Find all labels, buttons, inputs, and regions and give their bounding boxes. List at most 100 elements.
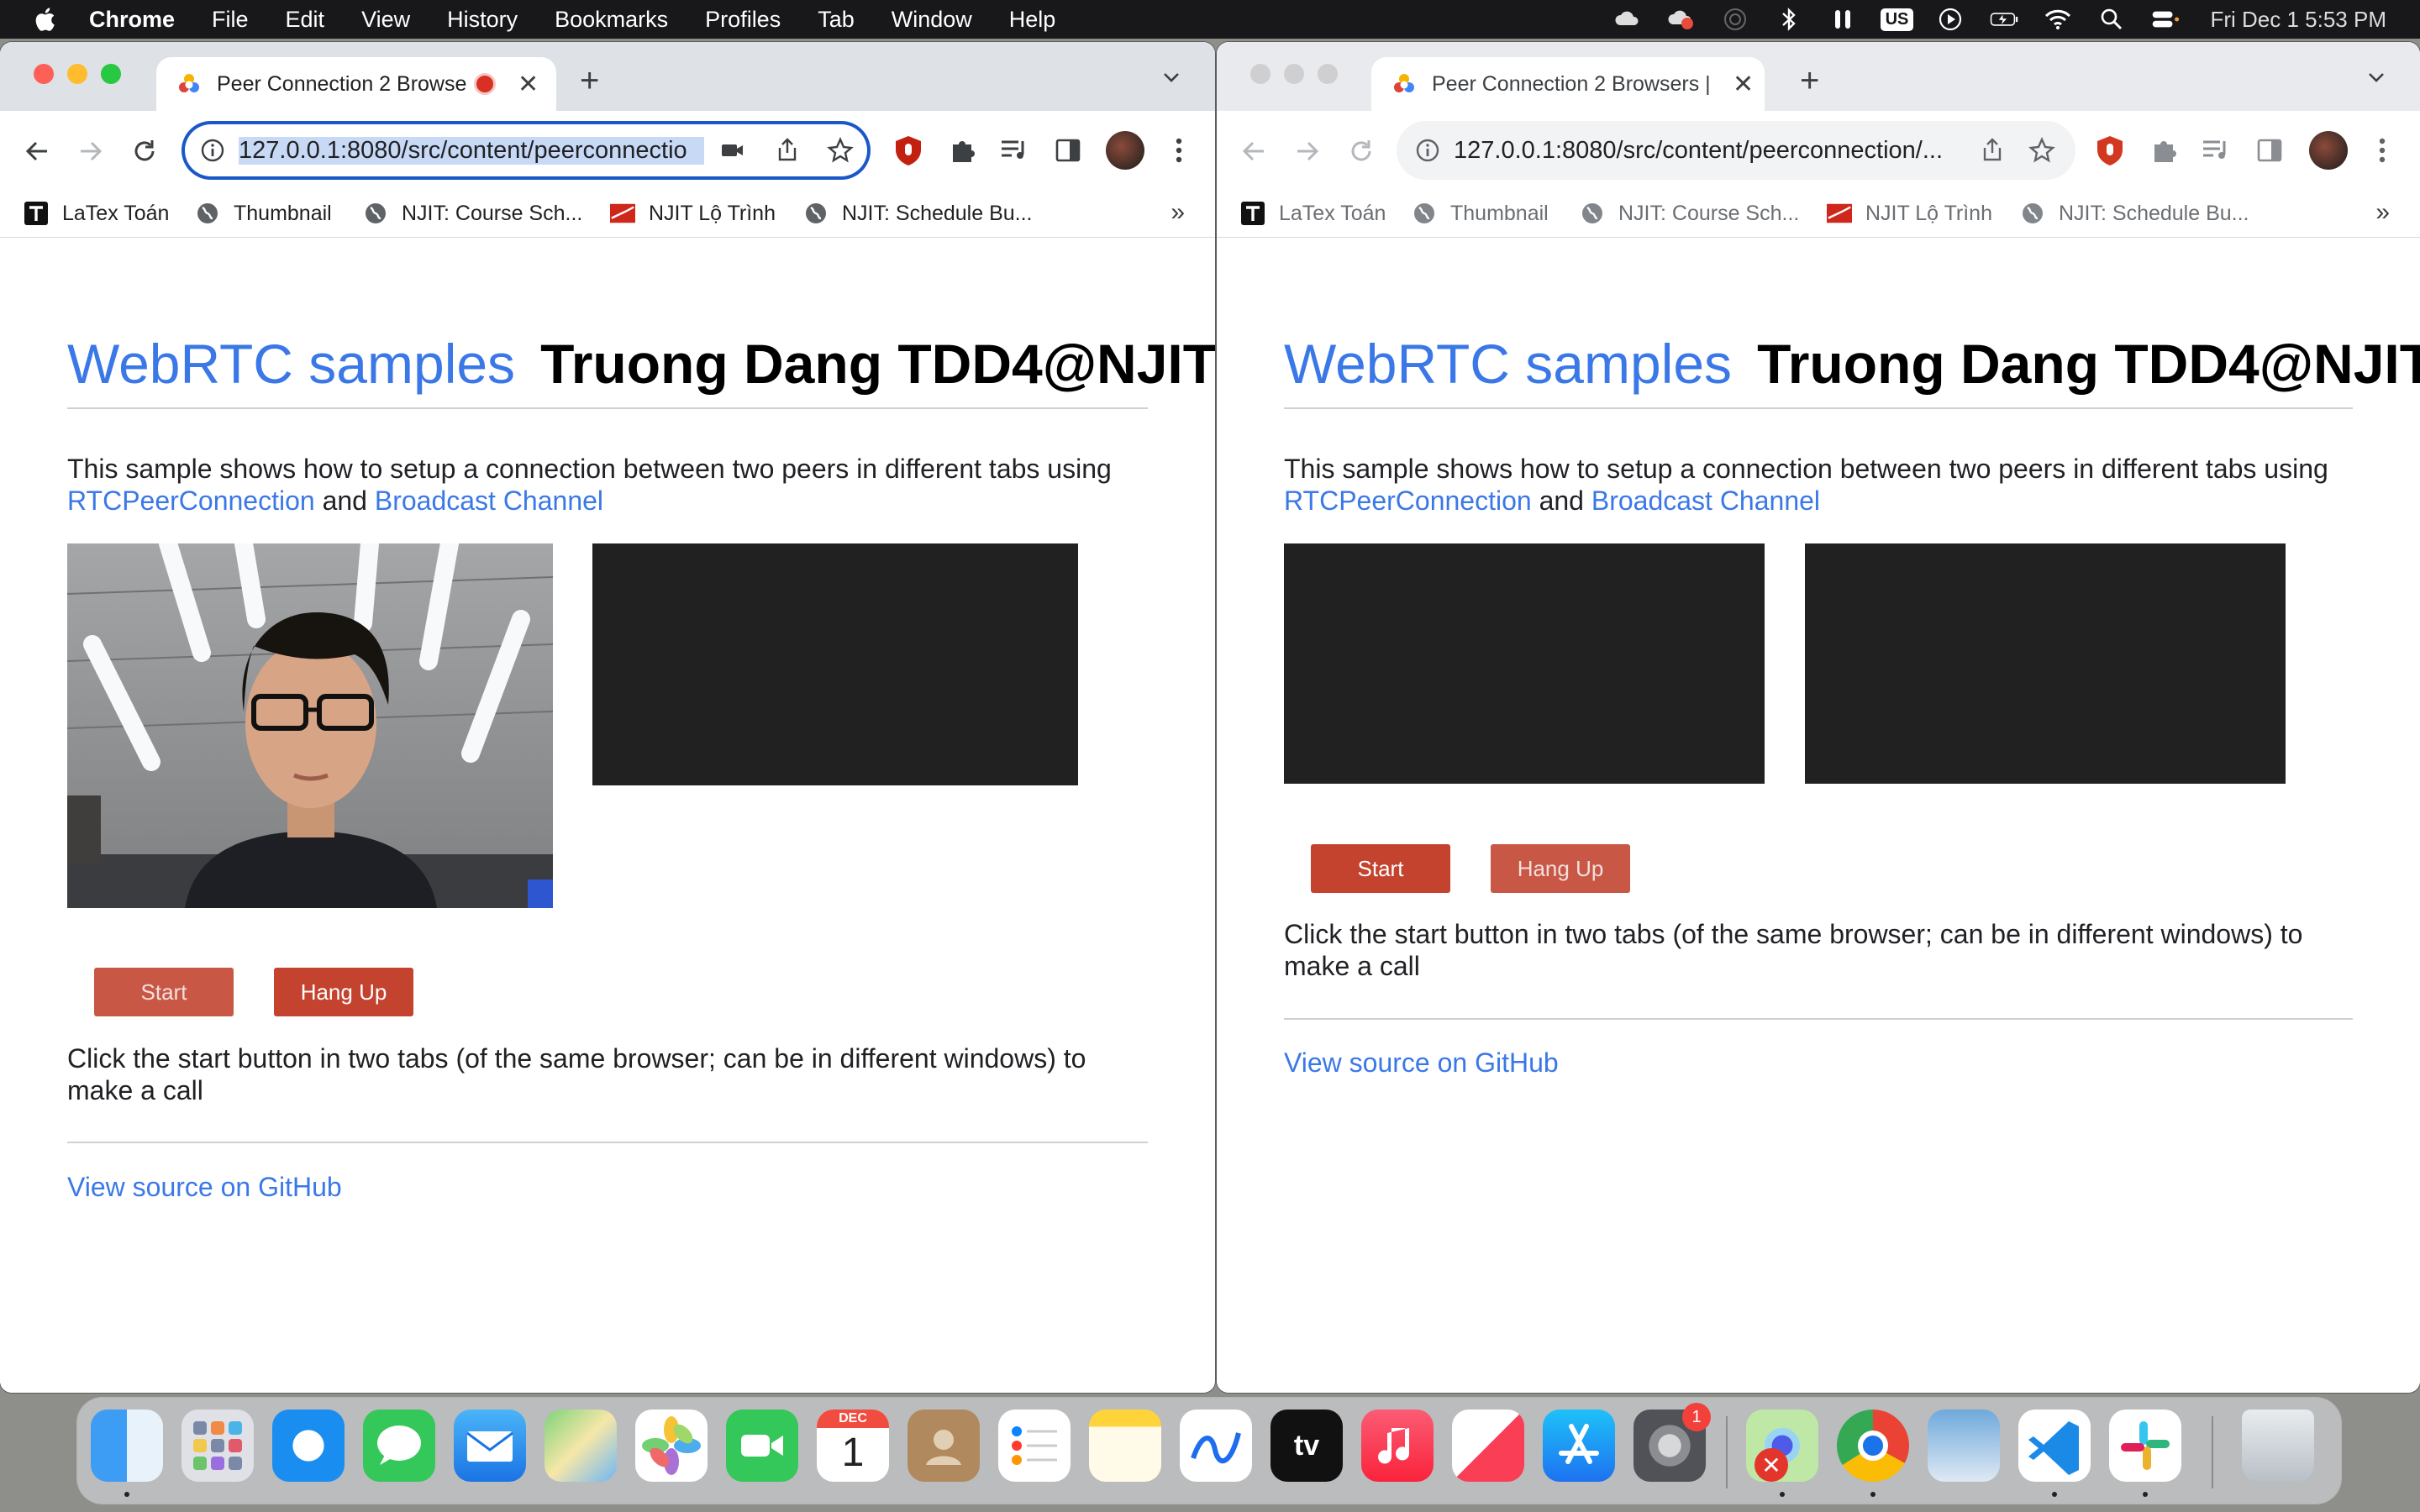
address-bar[interactable]: 127.0.0.1:8080/src/content/peerconnectio xyxy=(182,121,871,180)
share-icon[interactable] xyxy=(1980,136,2005,163)
control-center-icon[interactable] xyxy=(2151,7,2180,32)
finder-icon[interactable] xyxy=(91,1410,163,1482)
bookmark-njit-course[interactable]: NJIT: Course Sch... xyxy=(363,198,582,228)
bookmark-thumbnail[interactable]: Thumbnail xyxy=(195,198,332,228)
url-text[interactable]: 127.0.0.1:8080/src/content/peerconnectio… xyxy=(1454,137,1966,165)
menu-view[interactable]: View xyxy=(361,7,410,33)
back-arrow-icon[interactable] xyxy=(1239,136,1269,166)
menu-history[interactable]: History xyxy=(447,7,518,33)
bookmark-njit-course[interactable]: NJIT: Course Sch... xyxy=(1580,198,1799,228)
play-icon[interactable] xyxy=(1936,7,1965,32)
github-source-link[interactable]: View source on GitHub xyxy=(67,1172,342,1203)
tab-peer-connection[interactable]: Peer Connection 2 Browsers | ✕ xyxy=(1371,57,1765,111)
bookmark-njit-lo-trinh[interactable]: NJIT Lộ Trình xyxy=(1827,198,1992,228)
start-button[interactable]: Start xyxy=(1311,844,1450,893)
reminders-icon[interactable] xyxy=(998,1410,1071,1482)
bookmark-njit-schedule[interactable]: NJIT: Schedule Bu... xyxy=(803,198,1033,228)
wifi-icon[interactable] xyxy=(2044,7,2072,32)
tv-icon[interactable]: tv xyxy=(1270,1410,1343,1482)
rtcpeerconnection-link[interactable]: RTCPeerConnection xyxy=(1284,486,1532,516)
ublock-extension-icon[interactable] xyxy=(2094,134,2126,166)
side-panel-icon[interactable] xyxy=(1052,134,1084,166)
profile-avatar[interactable] xyxy=(2309,131,2348,170)
app-store-icon[interactable] xyxy=(1543,1410,1615,1482)
close-window-button[interactable] xyxy=(34,64,54,84)
address-bar[interactable]: 127.0.0.1:8080/src/content/peerconnectio… xyxy=(1397,121,2075,180)
forward-arrow-icon[interactable] xyxy=(76,136,106,166)
webrtc-samples-link[interactable]: WebRTC samples xyxy=(67,333,515,395)
bookmark-njit-lo-trinh[interactable]: NJIT Lộ Trình xyxy=(610,198,776,228)
github-source-link[interactable]: View source on GitHub xyxy=(1284,1047,1559,1079)
menu-profiles[interactable]: Profiles xyxy=(705,7,781,33)
broadcast-channel-link[interactable]: Broadcast Channel xyxy=(375,486,603,516)
rtcpeerconnection-link[interactable]: RTCPeerConnection xyxy=(67,486,315,516)
close-window-button[interactable] xyxy=(1250,64,1270,84)
ublock-extension-icon[interactable] xyxy=(892,134,924,166)
bookmark-star-icon[interactable] xyxy=(827,137,854,164)
launchpad-icon[interactable] xyxy=(182,1410,254,1482)
photos-icon[interactable] xyxy=(635,1410,708,1482)
menu-tab[interactable]: Tab xyxy=(818,7,855,33)
hang-up-button[interactable]: Hang Up xyxy=(1491,844,1630,893)
menu-bar-clock[interactable]: Fri Dec 1 5:53 PM xyxy=(2210,7,2386,33)
airdrop-icon[interactable] xyxy=(1721,7,1749,32)
side-panel-icon[interactable] xyxy=(2254,134,2286,166)
mail-icon[interactable] xyxy=(454,1410,526,1482)
start-button[interactable]: Start xyxy=(94,968,234,1016)
battery-icon[interactable] xyxy=(1990,7,2018,32)
zoom-window-button[interactable] xyxy=(101,64,121,84)
camera-in-use-icon[interactable] xyxy=(719,138,746,163)
preview-icon[interactable] xyxy=(1928,1410,2000,1482)
minimize-window-button[interactable] xyxy=(1284,64,1304,84)
tab-search-chevron-icon[interactable] xyxy=(1161,67,1181,87)
new-tab-icon[interactable]: + xyxy=(580,64,599,97)
tab-search-chevron-icon[interactable] xyxy=(2366,67,2386,87)
menu-help[interactable]: Help xyxy=(1009,7,1056,33)
input-source-badge[interactable]: US xyxy=(1880,7,1914,32)
news-icon[interactable] xyxy=(1452,1410,1524,1482)
extensions-puzzle-icon[interactable] xyxy=(2148,134,2180,166)
bookmark-star-icon[interactable] xyxy=(2028,137,2055,164)
close-tab-icon[interactable]: ✕ xyxy=(1733,70,1754,99)
zoom-window-button[interactable] xyxy=(1318,64,1338,84)
menu-file[interactable]: File xyxy=(212,7,249,33)
back-arrow-icon[interactable] xyxy=(22,136,52,166)
menu-edit[interactable]: Edit xyxy=(286,7,325,33)
bookmark-thumbnail[interactable]: Thumbnail xyxy=(1412,198,1549,228)
forward-arrow-icon[interactable] xyxy=(1292,136,1323,166)
creative-cloud-icon[interactable] xyxy=(1667,7,1696,32)
reload-icon[interactable] xyxy=(129,136,160,166)
tab-peer-connection[interactable]: Peer Connection 2 Browse ✕ xyxy=(156,57,556,111)
vscode-icon[interactable] xyxy=(2018,1410,2091,1482)
webrtc-samples-link[interactable]: WebRTC samples xyxy=(1284,333,1732,395)
chrome-menu-icon[interactable] xyxy=(1163,134,1195,166)
cloud-sync-icon[interactable] xyxy=(1613,7,1642,32)
reload-icon[interactable] xyxy=(1346,136,1376,166)
site-info-icon[interactable] xyxy=(200,138,225,163)
profile-avatar[interactable] xyxy=(1106,131,1144,170)
bluetooth-icon[interactable] xyxy=(1775,7,1803,32)
freeform-icon[interactable] xyxy=(1180,1410,1252,1482)
minimize-window-button[interactable] xyxy=(67,64,87,84)
bookmark-njit-schedule[interactable]: NJIT: Schedule Bu... xyxy=(2020,198,2249,228)
airpods-icon[interactable] xyxy=(1828,7,1857,32)
new-tab-icon[interactable]: + xyxy=(1800,64,1819,97)
menu-bookmarks[interactable]: Bookmarks xyxy=(555,7,668,33)
media-controls-icon[interactable] xyxy=(998,134,1030,166)
more-bookmarks-icon[interactable]: » xyxy=(1171,198,1185,227)
messages-icon[interactable] xyxy=(363,1410,435,1482)
menu-window[interactable]: Window xyxy=(892,7,972,33)
more-bookmarks-icon[interactable]: » xyxy=(2375,198,2390,227)
spotlight-search-icon[interactable] xyxy=(2097,7,2126,32)
broadcast-channel-link[interactable]: Broadcast Channel xyxy=(1591,486,1820,516)
extensions-puzzle-icon[interactable] xyxy=(946,134,978,166)
site-info-icon[interactable] xyxy=(1415,138,1440,163)
app-menu-chrome[interactable]: Chrome xyxy=(89,7,175,33)
bookmark-latex[interactable]: LaTex Toán xyxy=(24,198,169,228)
calendar-icon[interactable]: DEC 1 xyxy=(817,1410,889,1482)
facetime-icon[interactable] xyxy=(726,1410,798,1482)
slack-icon[interactable] xyxy=(2109,1410,2181,1482)
url-text[interactable]: 127.0.0.1:8080/src/content/peerconnectio xyxy=(239,136,704,165)
share-icon[interactable] xyxy=(775,136,800,163)
chrome-menu-icon[interactable] xyxy=(2366,134,2398,166)
